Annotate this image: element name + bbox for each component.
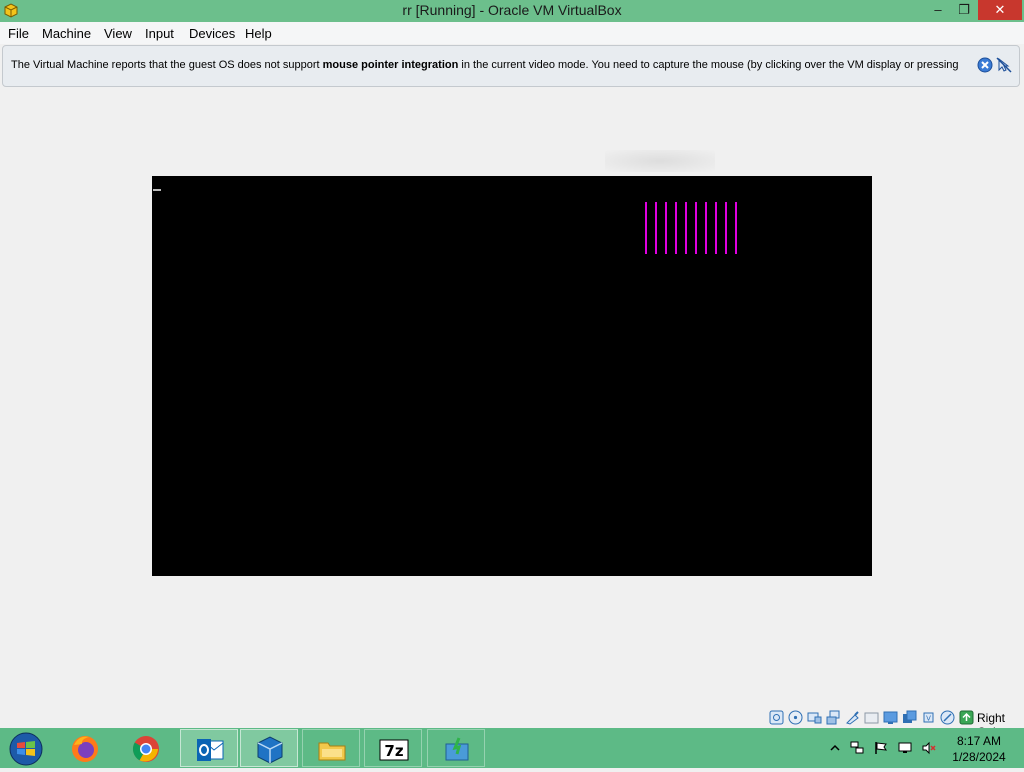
volume-muted-icon[interactable]: [922, 741, 936, 755]
clock-time: 8:17 AM: [956, 734, 1002, 748]
vm-status-bar: V Right Ctrl: [0, 708, 1024, 739]
menu-help[interactable]: Help: [245, 26, 272, 41]
vm-bar: [695, 202, 697, 254]
taskbar-installer[interactable]: [427, 729, 485, 767]
close-message-icon[interactable]: [977, 57, 993, 73]
menu-file[interactable]: File: [8, 26, 29, 41]
vm-bar: [675, 202, 677, 254]
usb-icon[interactable]: [845, 710, 860, 725]
mouse-integration-icon[interactable]: [940, 710, 955, 725]
text-cursor: [153, 189, 161, 191]
vm-bar: [705, 202, 707, 254]
hard-disk-icon[interactable]: [769, 710, 784, 725]
network-icon[interactable]: [826, 710, 841, 725]
system-clock[interactable]: 8:17 AM 1/28/2024: [944, 733, 1014, 765]
menu-machine[interactable]: Machine: [42, 26, 91, 41]
taskbar-file-explorer[interactable]: [302, 729, 360, 767]
menu-view[interactable]: View: [104, 26, 132, 41]
menu-devices[interactable]: Devices: [189, 26, 235, 41]
action-center-flag-icon[interactable]: [874, 741, 888, 755]
faint-shadow: [605, 150, 715, 172]
taskbar-7zip[interactable]: 7z: [364, 729, 422, 767]
vm-bar: [645, 202, 647, 254]
notice-text-bold: mouse pointer integration: [322, 59, 459, 71]
video-capture-icon[interactable]: [902, 710, 917, 725]
svg-text:7z: 7z: [384, 742, 403, 760]
clock-date: 1/28/2024: [952, 750, 1006, 764]
window-title: rr [Running] - Oracle VM VirtualBox: [402, 2, 622, 18]
chrome-icon: [132, 736, 159, 762]
mouse-integration-off-icon[interactable]: [996, 57, 1012, 73]
taskbar: 7z 8:17 AM 1/28/2024: [0, 728, 1024, 768]
audio-icon[interactable]: [807, 710, 822, 725]
vm-bar: [715, 202, 717, 254]
vm-bar: [685, 202, 687, 254]
taskbar-virtualbox[interactable]: [240, 729, 298, 767]
optical-drive-icon[interactable]: [788, 710, 803, 725]
title-bar[interactable]: rr [Running] - Oracle VM VirtualBox – ❐ …: [0, 0, 1024, 22]
notice-text-start: The Virtual Machine reports that the gue…: [11, 59, 323, 71]
installer-icon: [445, 737, 469, 761]
shared-folders-icon[interactable]: [864, 710, 879, 725]
taskbar-firefox[interactable]: [56, 729, 114, 767]
vm-bar: [725, 202, 727, 254]
firefox-icon: [72, 736, 98, 762]
show-hidden-icons[interactable]: [828, 741, 842, 755]
outlook-icon: [197, 739, 224, 761]
mouse-integration-notice: The Virtual Machine reports that the gue…: [2, 45, 1020, 87]
start-button[interactable]: [6, 731, 46, 767]
taskbar-outlook[interactable]: [180, 729, 238, 767]
display-tray-icon[interactable]: [898, 741, 912, 755]
svg-text:V: V: [926, 715, 931, 723]
vm-bar: [735, 202, 737, 254]
menu-bar: File Machine View Input Devices Help: [0, 22, 1024, 44]
minimize-button[interactable]: –: [925, 0, 951, 20]
menu-input[interactable]: Input: [145, 26, 174, 41]
virtualbox-icon: [257, 736, 283, 764]
7zip-icon: 7z: [379, 739, 409, 761]
vm-display[interactable]: [152, 176, 872, 576]
host-key-icon[interactable]: [959, 710, 974, 725]
notice-text-end: in the current video mode. You need to c…: [458, 59, 959, 71]
vm-bar: [665, 202, 667, 254]
vm-bar: [655, 202, 657, 254]
cpu-icon[interactable]: V: [921, 710, 936, 725]
vm-graphics-bars: [645, 202, 741, 254]
taskbar-chrome[interactable]: [117, 729, 175, 767]
notice-message: The Virtual Machine reports that the gue…: [11, 59, 971, 71]
folder-icon: [318, 742, 346, 761]
restore-button[interactable]: ❐: [951, 0, 977, 20]
close-button[interactable]: ✕: [978, 0, 1022, 20]
display-icon[interactable]: [883, 710, 898, 725]
network-tray-icon[interactable]: [850, 741, 864, 755]
